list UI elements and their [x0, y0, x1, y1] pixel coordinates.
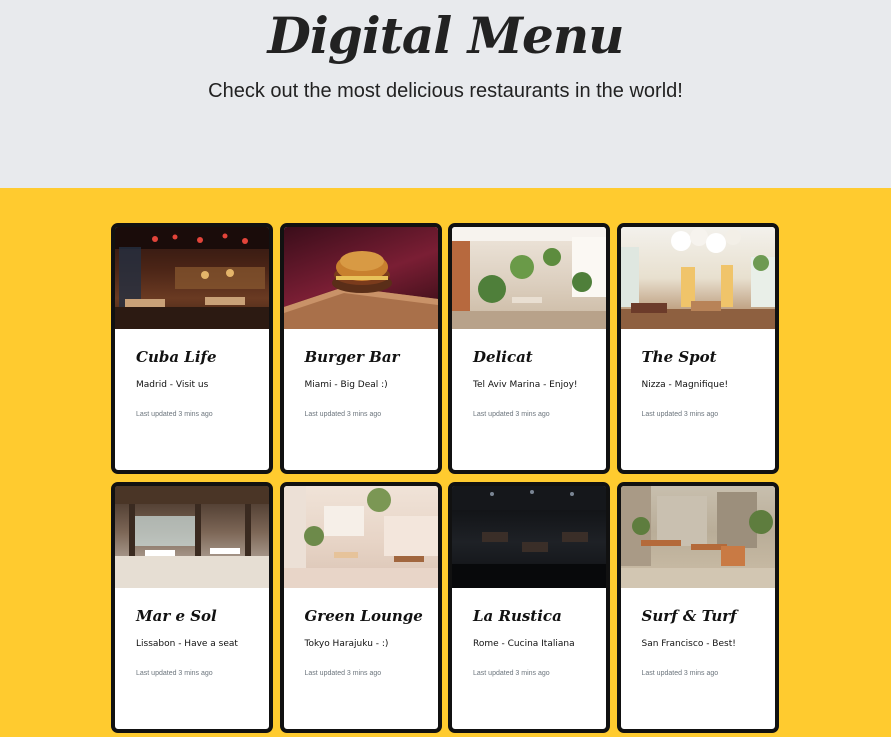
- card-text: Tel Aviv Marina - Enjoy!: [473, 380, 578, 390]
- card-title: Cuba Life: [136, 348, 217, 366]
- restaurant-card[interactable]: Surf & Turf San Francisco - Best! Last u…: [616, 482, 779, 733]
- card-updated-text: Last updated 3 mins ago: [304, 411, 382, 418]
- restaurant-card[interactable]: Cuba Life Madrid - Visit us Last updated…: [111, 223, 273, 474]
- card-title: The Spot: [641, 348, 717, 366]
- card-title: La Rustica: [473, 607, 562, 625]
- card-title: Green Lounge: [304, 607, 423, 625]
- pink-cafe-image: [283, 486, 438, 588]
- card-updated-text: Last updated 3 mins ago: [473, 670, 550, 677]
- restaurant-card[interactable]: Burger Bar Miami - Big Deal :) Last upda…: [279, 223, 442, 474]
- page-subtitle: Check out the most delicious restaurants…: [208, 80, 683, 102]
- page-title: Digital Menu: [267, 6, 624, 65]
- card-text: Madrid - Visit us: [136, 380, 209, 390]
- card-text: Nizza - Magnifique!: [641, 380, 729, 390]
- card-updated-text: Last updated 3 mins ago: [641, 411, 719, 418]
- card-title: Surf & Turf: [641, 607, 737, 625]
- burger-on-board-image: [283, 227, 438, 329]
- beach-terrace-image: [115, 486, 269, 588]
- card-text: Lissabon - Have a seat: [136, 639, 238, 649]
- card-updated-text: Last updated 3 mins ago: [136, 411, 213, 418]
- card-title: Mar e Sol: [136, 607, 217, 625]
- card-text: Miami - Big Deal :): [304, 380, 388, 390]
- restaurant-grid: Cuba Life Madrid - Visit us Last updated…: [111, 223, 779, 733]
- restaurant-card[interactable]: Mar e Sol Lissabon - Have a seat Last up…: [111, 482, 273, 733]
- restaurant-card[interactable]: La Rustica Rome - Cucina Italiana Last u…: [448, 482, 610, 733]
- bright-plant-cafe-image: [452, 227, 606, 329]
- card-text: Rome - Cucina Italiana: [473, 639, 575, 649]
- restaurant-card[interactable]: Green Lounge Tokyo Harajuku - :) Last up…: [279, 482, 442, 733]
- card-title: Burger Bar: [304, 348, 400, 366]
- dark-dining-hall-image: [452, 486, 606, 588]
- card-updated-text: Last updated 3 mins ago: [641, 670, 719, 677]
- card-updated-text: Last updated 3 mins ago: [473, 411, 550, 418]
- dim-bar-interior-image: [115, 227, 269, 329]
- card-text: Tokyo Harajuku - :): [304, 639, 389, 649]
- hero-header: Digital Menu Check out the most deliciou…: [0, 0, 891, 188]
- card-updated-text: Last updated 3 mins ago: [304, 670, 382, 677]
- restaurant-card[interactable]: Delicat Tel Aviv Marina - Enjoy! Last up…: [448, 223, 610, 474]
- white-dining-room-image: [620, 227, 775, 329]
- card-title: Delicat: [473, 348, 533, 366]
- card-text: San Francisco - Best!: [641, 639, 736, 649]
- card-updated-text: Last updated 3 mins ago: [136, 670, 213, 677]
- restaurant-card[interactable]: The Spot Nizza - Magnifique! Last update…: [616, 223, 779, 474]
- outdoor-patio-image: [620, 486, 775, 588]
